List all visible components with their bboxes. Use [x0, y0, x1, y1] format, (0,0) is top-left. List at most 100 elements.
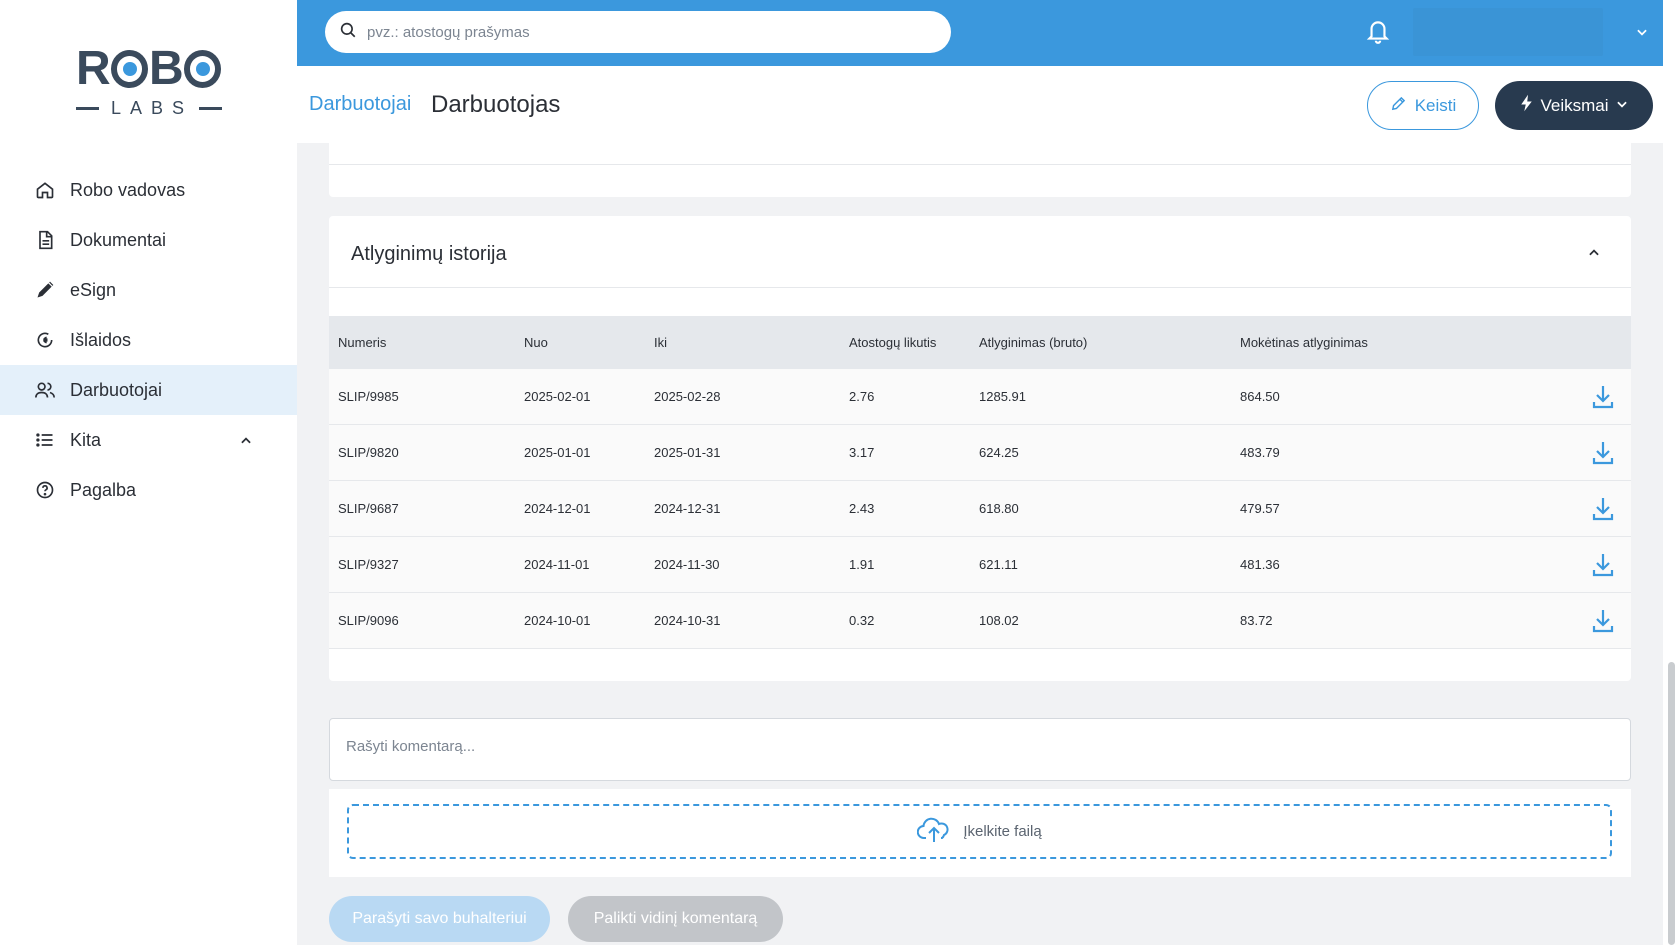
table-cell: 483.79	[1240, 445, 1280, 460]
download-icon[interactable]	[1591, 496, 1615, 522]
breadcrumb-darbuotojai[interactable]: Darbuotojai	[309, 93, 411, 116]
write-accountant-button[interactable]: Parašyti savo buhalteriui	[329, 896, 550, 942]
table-cell: 1.91	[849, 557, 875, 572]
table-cell: 618.80	[979, 501, 1019, 516]
edit-button[interactable]: Keisti	[1367, 81, 1479, 130]
search-bar[interactable]	[325, 11, 951, 53]
sidebar-item-label: Darbuotojai	[70, 379, 163, 400]
table-cell: 864.50	[1240, 389, 1280, 404]
table-cell: 2024-12-31	[654, 501, 721, 516]
sidebar-item-esign[interactable]: eSign	[0, 265, 297, 315]
table-cell: 2024-12-01	[524, 501, 591, 516]
table-row: SLIP/9985 2025-02-01 2025-02-28 2.76 128…	[329, 369, 1631, 425]
file-upload-dropzone[interactable]: Įkelkite failą	[347, 804, 1612, 859]
column-header: Iki	[654, 335, 667, 350]
chevron-up-icon[interactable]	[239, 432, 253, 453]
sidebar-nav: Robo vadovas Dokumentai eSign Išlaidos D…	[0, 165, 297, 515]
table-cell: 0.32	[849, 613, 875, 628]
help-icon	[34, 479, 56, 501]
cloud-upload-icon	[917, 816, 951, 848]
table-cell: 481.36	[1240, 557, 1280, 572]
table-row: SLIP/9096 2024-10-01 2024-10-31 0.32 108…	[329, 593, 1631, 649]
column-header: Mokėtinas atlyginimas	[1240, 335, 1368, 350]
table-cell: 624.25	[979, 445, 1019, 460]
download-icon[interactable]	[1591, 384, 1615, 410]
chevron-down-icon[interactable]	[1635, 25, 1649, 44]
sidebar-item-darbuotojai[interactable]: Darbuotojai	[0, 365, 297, 415]
divider	[329, 164, 1631, 165]
top-bar	[297, 0, 1663, 66]
search-input[interactable]	[367, 23, 927, 41]
table-cell: 2024-10-01	[524, 613, 591, 628]
table-row: SLIP/9687 2024-12-01 2024-12-31 2.43 618…	[329, 481, 1631, 537]
table-cell: 2024-11-01	[524, 557, 590, 572]
salary-table: Numeris Nuo Iki Atostogų likutis Atlygin…	[329, 316, 1631, 649]
chevron-down-icon	[1615, 96, 1629, 116]
sidebar-item-label: Kita	[70, 429, 102, 450]
table-cell: 83.72	[1240, 613, 1273, 628]
table-cell: 2.76	[849, 389, 875, 404]
scrollbar-thumb[interactable]	[1668, 662, 1675, 945]
sidebar-item-label: Dokumentai	[70, 229, 167, 250]
download-icon[interactable]	[1591, 608, 1615, 634]
edit-button-label: Keisti	[1414, 95, 1457, 115]
comment-input[interactable]	[330, 719, 1630, 780]
table-cell: 1285.91	[979, 389, 1026, 404]
pen-icon	[34, 279, 56, 301]
table-cell: 2024-10-31	[654, 613, 721, 628]
page-header: Darbuotojai Darbuotojas Keisti Veiksmai	[297, 66, 1663, 143]
actions-button[interactable]: Veiksmai	[1495, 81, 1653, 130]
actions-button-label: Veiksmai	[1540, 95, 1609, 115]
table-cell: 479.57	[1240, 501, 1280, 516]
pencil-icon	[1390, 95, 1407, 117]
page-title: Darbuotojas	[431, 91, 561, 118]
table-cell: SLIP/9820	[338, 445, 399, 460]
upload-label: Įkelkite failą	[963, 823, 1042, 840]
expenses-icon	[34, 329, 56, 351]
table-cell: SLIP/9687	[338, 501, 399, 516]
download-icon[interactable]	[1591, 440, 1615, 466]
lightning-icon	[1519, 94, 1534, 117]
bell-icon[interactable]	[1365, 17, 1391, 50]
sidebar-item-robo-vadovas[interactable]: Robo vadovas	[0, 165, 297, 215]
collapse-chevron-icon[interactable]	[1587, 246, 1601, 265]
table-cell: 621.11	[979, 557, 1018, 572]
internal-comment-button[interactable]: Palikti vidinį komentarą	[568, 896, 783, 942]
table-row: SLIP/9820 2025-01-01 2025-01-31 3.17 624…	[329, 425, 1631, 481]
table-header: Numeris Nuo Iki Atostogų likutis Atlygin…	[329, 316, 1631, 369]
download-icon[interactable]	[1591, 552, 1615, 578]
user-menu[interactable]	[1413, 8, 1603, 56]
column-header: Atlyginimas (bruto)	[979, 335, 1088, 350]
table-cell: 2024-11-30	[654, 557, 720, 572]
sidebar-item-pagalba[interactable]: Pagalba	[0, 465, 297, 515]
sidebar-item-label: eSign	[70, 279, 117, 300]
upload-section: Įkelkite failą	[329, 789, 1631, 877]
table-cell: 2025-01-31	[654, 445, 721, 460]
table-cell: SLIP/9985	[338, 389, 399, 404]
robo-labs-logo[interactable]: RB LABS	[76, 44, 222, 120]
column-header: Numeris	[338, 335, 387, 350]
divider	[329, 287, 1631, 288]
previous-section-card	[329, 143, 1631, 197]
table-cell: 2.43	[849, 501, 875, 516]
document-icon	[34, 229, 56, 251]
sidebar-item-kita[interactable]: Kita	[0, 415, 297, 465]
sidebar-item-islaidos[interactable]: Išlaidos	[0, 315, 297, 365]
list-icon	[34, 429, 56, 451]
sidebar: RB LABS Robo vadovas Dokumentai eSign Iš…	[0, 0, 297, 945]
table-cell: 2025-02-28	[654, 389, 721, 404]
column-header: Nuo	[524, 335, 548, 350]
table-row: SLIP/9327 2024-11-01 2024-11-30 1.91 621…	[329, 537, 1631, 593]
section-title: Atlyginimų istorija	[351, 243, 507, 265]
scrollbar[interactable]	[1663, 0, 1680, 945]
sidebar-item-dokumentai[interactable]: Dokumentai	[0, 215, 297, 265]
table-cell: SLIP/9327	[338, 557, 399, 572]
column-header: Atostogų likutis	[849, 335, 937, 350]
table-cell: 3.17	[849, 445, 875, 460]
sidebar-item-label: Išlaidos	[70, 329, 132, 350]
home-icon	[34, 179, 56, 201]
sidebar-item-label: Robo vadovas	[70, 179, 186, 200]
search-icon	[339, 21, 357, 44]
table-cell: 2025-02-01	[524, 389, 591, 404]
sidebar-item-label: Pagalba	[70, 479, 137, 500]
